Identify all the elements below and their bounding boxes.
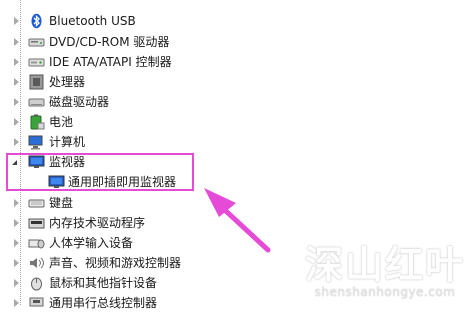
watermark: 深山红叶 shenshanhongye.com	[305, 245, 465, 299]
watermark-url: shenshanhongye.com	[314, 285, 456, 299]
watermark-title: 深山红叶	[304, 243, 465, 287]
